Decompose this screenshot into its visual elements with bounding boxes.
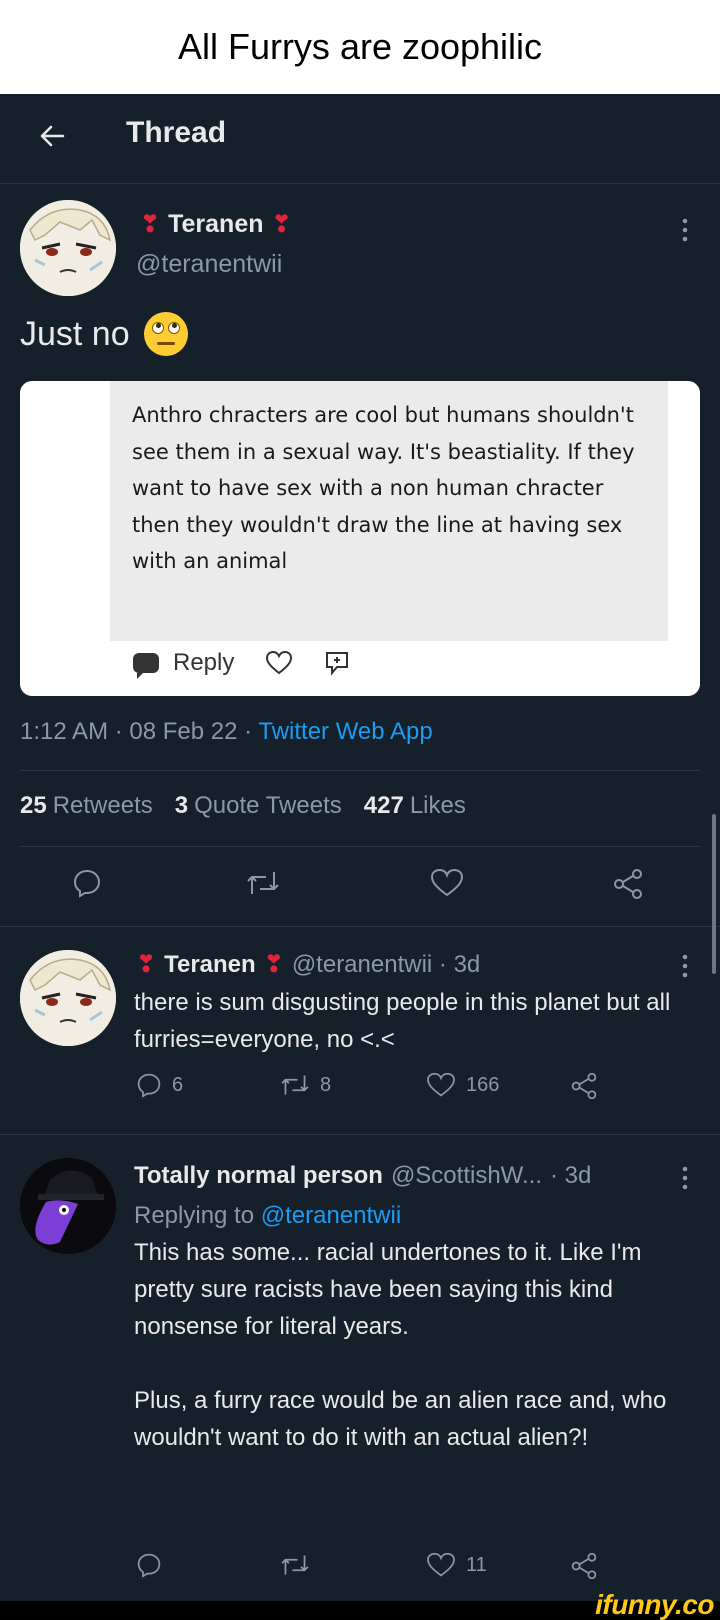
author-name[interactable]: Teranen: [168, 210, 263, 239]
divider: [0, 926, 720, 927]
meme-caption: All Furrys are zoophilic: [0, 0, 720, 94]
share-icon: [614, 869, 642, 899]
author-handle[interactable]: @teranentwii: [136, 250, 282, 279]
embedded-actions: Reply: [133, 649, 352, 679]
avatar[interactable]: [20, 200, 116, 296]
back-arrow-icon[interactable]: [30, 114, 74, 158]
reply-text-paragraph-2: Plus, a furry race would be an alien rac…: [134, 1387, 667, 1451]
reply-author-name[interactable]: Totally normal person: [134, 1162, 383, 1190]
share-icon: [571, 1552, 597, 1580]
heart-outline-icon: [264, 649, 294, 677]
retweets-label: Retweets: [52, 792, 153, 819]
embedded-screenshot: Anthro chracters are cool but humans sho…: [20, 381, 700, 696]
reply-author-name[interactable]: Teranen: [164, 951, 256, 979]
reply-icon: [73, 869, 101, 898]
retweet-button[interactable]: [280, 1552, 310, 1578]
heart-exclamation-icon: ❣: [140, 211, 161, 238]
more-options-icon[interactable]: [675, 218, 695, 242]
tweet-body: Just no: [20, 314, 130, 353]
quotes-label: Quote Tweets: [194, 792, 342, 819]
retweet-icon: [281, 1075, 309, 1095]
reply-handle[interactable]: @ScottishW...: [391, 1162, 542, 1190]
embedded-quote-text: Anthro chracters are cool but humans sho…: [110, 381, 668, 641]
avatar[interactable]: [20, 1158, 116, 1254]
reply-action-bar: 6 8 166: [0, 1072, 720, 1122]
reply-text: there is sum disgusting people in this p…: [134, 989, 671, 1053]
retweet-count: 8: [320, 1073, 332, 1096]
share-button[interactable]: [570, 1072, 598, 1100]
reply-icon: [137, 1073, 161, 1098]
reply-button[interactable]: [72, 868, 102, 898]
avatar[interactable]: [20, 950, 116, 1046]
more-options-icon[interactable]: [675, 954, 695, 978]
main-action-bar: [0, 860, 720, 910]
heart-exclamation-icon: ❣: [263, 951, 284, 978]
reply-author-row: Totally normal person @ScottishW... · 3d: [134, 1162, 591, 1190]
reply-author-row: ❣ Teranen ❣ @teranentwii · 3d: [136, 950, 480, 979]
reply-count: 6: [172, 1073, 184, 1096]
reply-time: · 3d: [550, 1162, 592, 1189]
share-button[interactable]: [612, 868, 644, 900]
replying-to: Replying to @teranentwii: [134, 1202, 401, 1230]
like-count: 166: [466, 1073, 500, 1096]
reply-icon: [137, 1553, 161, 1578]
scrollbar[interactable]: [712, 814, 716, 974]
add-comment-icon: [322, 649, 352, 677]
header-title: Thread: [126, 116, 227, 149]
reply-button[interactable]: 6: [136, 1072, 183, 1098]
timestamp-text: 1:12 AM · 08 Feb 22 ·: [20, 718, 259, 745]
replying-to-mention[interactable]: @teranentwii: [261, 1202, 401, 1229]
like-button[interactable]: 11: [426, 1552, 487, 1578]
reply-button[interactable]: [136, 1552, 162, 1578]
author-row: ❣ Teranen ❣: [140, 210, 292, 239]
thread-screen: Thread ❣ Teranen ❣ @teranentwii Just no …: [0, 94, 720, 1601]
retweets-stat[interactable]: 25 Retweets: [20, 792, 153, 820]
heart-exclamation-icon: ❣: [136, 951, 157, 978]
replying-to-prefix: Replying to: [134, 1202, 255, 1229]
heart-exclamation-icon: ❣: [271, 211, 292, 238]
likes-count: 427: [363, 792, 404, 819]
like-button[interactable]: 166: [426, 1072, 499, 1098]
reply-text-paragraph-1: This has some... racial undertones to it…: [134, 1239, 642, 1340]
likes-label: Likes: [409, 792, 466, 819]
retweets-count: 25: [20, 792, 47, 819]
quotes-count: 3: [174, 792, 189, 819]
embedded-reply-label: Reply: [173, 649, 235, 676]
tweet-text: Just no: [20, 312, 188, 356]
retweet-icon: [247, 872, 279, 894]
watermark-logo: ifunny.co: [595, 1589, 714, 1620]
retweet-button[interactable]: [246, 868, 280, 898]
tweet-stats: 25 Retweets 3 Quote Tweets 427 Likes: [20, 792, 466, 820]
tweet-source-link[interactable]: Twitter Web App: [258, 718, 432, 745]
quote-tweets-stat[interactable]: 3 Quote Tweets: [175, 792, 342, 820]
speech-bubble-icon: [133, 653, 159, 679]
like-button[interactable]: [430, 868, 464, 898]
like-count: 11: [466, 1553, 487, 1576]
share-button[interactable]: [570, 1552, 598, 1580]
reply-handle-time[interactable]: @teranentwii · 3d: [292, 951, 480, 979]
divider: [20, 846, 700, 847]
likes-stat[interactable]: 427 Likes: [364, 792, 466, 820]
retweet-icon: [281, 1555, 309, 1575]
heart-icon: [427, 1072, 455, 1097]
tweet-timestamp: 1:12 AM · 08 Feb 22 · Twitter Web App: [20, 718, 433, 746]
heart-icon: [427, 1552, 455, 1577]
more-options-icon[interactable]: [675, 1166, 695, 1190]
divider: [20, 770, 700, 771]
retweet-button[interactable]: 8: [280, 1072, 331, 1098]
heart-icon: [430, 868, 464, 897]
top-bar: Thread: [0, 94, 720, 184]
face-with-rolling-eyes-icon: [143, 312, 188, 356]
share-icon: [571, 1072, 597, 1100]
divider: [0, 1134, 720, 1135]
